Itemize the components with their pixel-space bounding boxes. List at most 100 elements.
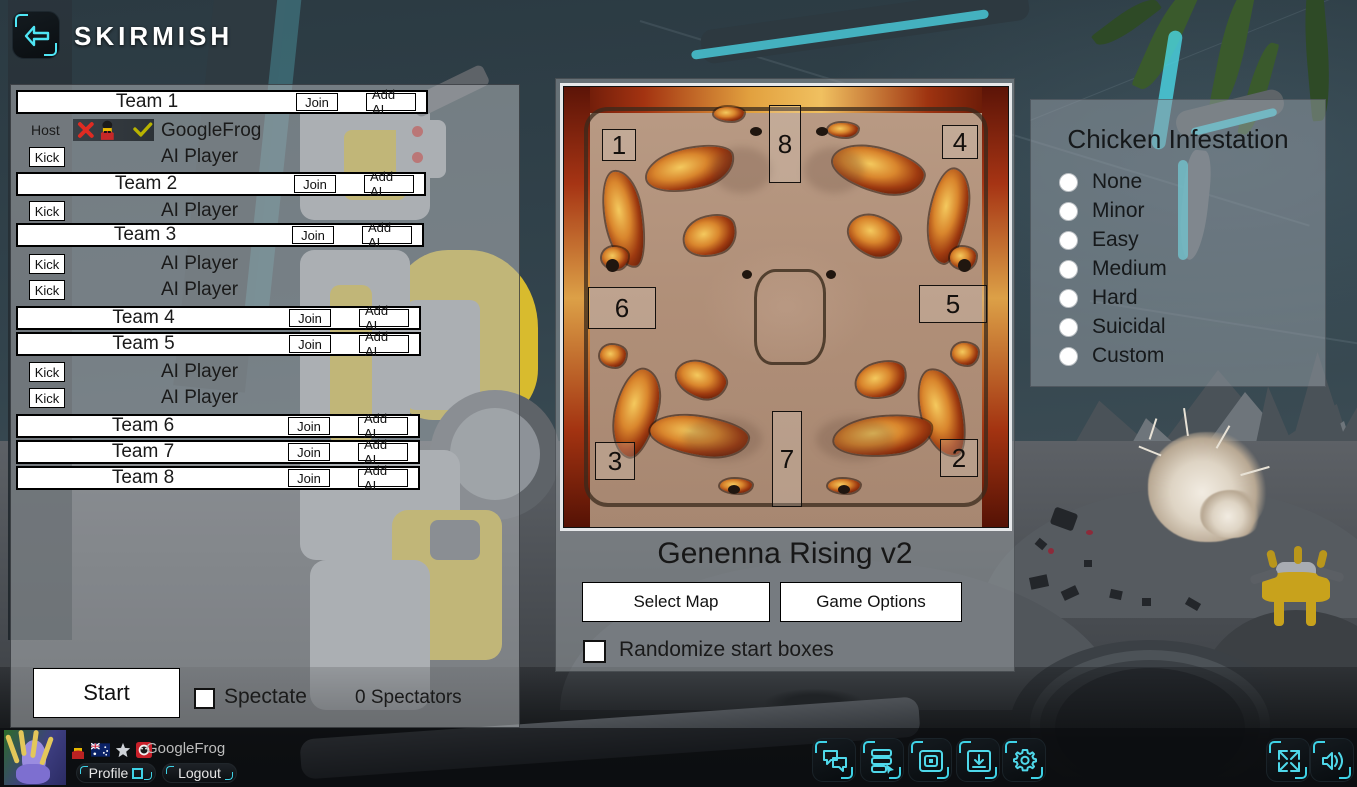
chicken-option-hard[interactable]: Hard bbox=[1059, 284, 1138, 312]
user-badges bbox=[70, 741, 152, 759]
radio-icon[interactable] bbox=[1059, 230, 1078, 250]
start-box-7[interactable]: 7 bbox=[772, 411, 802, 507]
chicken-option-minor[interactable]: Minor bbox=[1059, 197, 1145, 225]
start-box-label: 5 bbox=[945, 288, 961, 319]
join-button-team-4[interactable]: Join bbox=[289, 309, 331, 327]
team-header-1[interactable]: Team 1 Join Add AI bbox=[16, 87, 428, 117]
team-header-8[interactable]: Team 8 Join Add AI bbox=[16, 463, 420, 493]
start-box-label: 4 bbox=[952, 126, 968, 157]
kick-button[interactable]: Kick bbox=[29, 280, 65, 300]
randomize-start-boxes-checkbox[interactable] bbox=[583, 640, 606, 663]
yellow-check-icon[interactable] bbox=[132, 121, 154, 139]
join-button-team-5[interactable]: Join bbox=[289, 335, 331, 353]
player-row: Kick AI Player bbox=[11, 251, 519, 277]
star-icon bbox=[115, 742, 131, 758]
top-bar: SKIRMISH bbox=[0, 0, 1357, 70]
start-box-2[interactable]: 2 bbox=[940, 439, 978, 477]
team-header-5[interactable]: Team 5 Join Add AI bbox=[16, 329, 421, 359]
external-link-icon bbox=[132, 767, 144, 779]
team-list-panel: Team 1 Join Add AI Host GoogleFrog Kick … bbox=[10, 84, 520, 728]
radio-icon[interactable] bbox=[1059, 346, 1078, 366]
chat-bubbles-icon bbox=[823, 750, 847, 772]
maps-button[interactable] bbox=[956, 738, 1000, 782]
add-ai-button-team-7[interactable]: Add AI bbox=[358, 437, 408, 467]
user-avatar[interactable] bbox=[4, 730, 66, 785]
volume-button[interactable] bbox=[1310, 738, 1354, 782]
kick-button[interactable]: Kick bbox=[29, 147, 65, 167]
start-box-label: 8 bbox=[777, 128, 793, 159]
radio-icon[interactable] bbox=[1059, 259, 1078, 279]
battle-frame-icon bbox=[919, 750, 943, 772]
radio-icon[interactable] bbox=[1059, 317, 1078, 337]
player-name: GoogleFrog bbox=[161, 120, 262, 141]
chicken-option-easy[interactable]: Easy bbox=[1059, 226, 1139, 254]
start-button[interactable]: Start bbox=[33, 668, 180, 718]
join-button-team-3[interactable]: Join bbox=[292, 226, 334, 244]
radio-icon[interactable] bbox=[1059, 172, 1078, 192]
chicken-option-suicidal[interactable]: Suicidal bbox=[1059, 313, 1166, 341]
join-button-team-7[interactable]: Join bbox=[288, 443, 330, 461]
start-box-label: 2 bbox=[951, 442, 967, 473]
settings-button[interactable] bbox=[1002, 738, 1046, 782]
chat-button[interactable] bbox=[812, 738, 856, 782]
join-button-team-1[interactable]: Join bbox=[296, 93, 338, 111]
add-ai-button-team-4[interactable]: Add AI bbox=[359, 303, 409, 333]
server-list-button[interactable] bbox=[860, 738, 904, 782]
team-name: Team 1 bbox=[115, 91, 179, 112]
player-row-host: Host GoogleFrog bbox=[11, 118, 519, 144]
add-ai-button-team-1[interactable]: Add AI bbox=[366, 87, 416, 117]
team-header-3[interactable]: Team 3 Join Add AI bbox=[16, 220, 424, 250]
select-map-button[interactable]: Select Map bbox=[582, 582, 770, 622]
player-name: AI Player bbox=[161, 200, 239, 221]
profile-button[interactable]: Profile bbox=[76, 763, 156, 783]
chicken-option-none[interactable]: None bbox=[1059, 168, 1142, 196]
add-ai-button-team-6[interactable]: Add AI bbox=[358, 411, 408, 441]
kick-button[interactable]: Kick bbox=[29, 254, 65, 274]
team-header-6[interactable]: Team 6 Join Add AI bbox=[16, 411, 420, 441]
server-list-icon bbox=[871, 749, 894, 774]
add-ai-button-team-2[interactable]: Add AI bbox=[364, 169, 414, 199]
red-x-icon[interactable] bbox=[76, 120, 96, 140]
add-ai-button-team-3[interactable]: Add AI bbox=[362, 220, 412, 250]
logout-button[interactable]: Logout bbox=[162, 763, 237, 783]
join-button-team-6[interactable]: Join bbox=[288, 417, 330, 435]
lava-formation bbox=[714, 107, 744, 121]
chicken-option-label: Minor bbox=[1092, 199, 1145, 222]
kick-button[interactable]: Kick bbox=[29, 362, 65, 382]
team-header-4[interactable]: Team 4 Join Add AI bbox=[16, 303, 421, 333]
start-box-4[interactable]: 4 bbox=[942, 125, 978, 159]
logout-button-label: Logout bbox=[178, 765, 221, 781]
lava-formation bbox=[828, 123, 858, 137]
spectate-checkbox[interactable] bbox=[194, 688, 215, 709]
chicken-option-custom[interactable]: Custom bbox=[1059, 342, 1164, 370]
profile-button-label: Profile bbox=[88, 765, 129, 781]
join-button-team-8[interactable]: Join bbox=[288, 469, 330, 487]
fullscreen-button[interactable] bbox=[1266, 738, 1310, 782]
player-name: AI Player bbox=[161, 387, 239, 408]
game-options-button[interactable]: Game Options bbox=[780, 582, 962, 622]
battles-button[interactable] bbox=[908, 738, 952, 782]
start-box-8[interactable]: 8 bbox=[769, 105, 801, 183]
back-button[interactable] bbox=[12, 11, 60, 59]
kick-button[interactable]: Kick bbox=[29, 388, 65, 408]
player-name: AI Player bbox=[161, 253, 239, 274]
chicken-infestation-panel: Chicken Infestation None Minor Easy Medi… bbox=[1030, 99, 1326, 387]
map-panel: 1 8 4 6 5 3 7 2 Genenna Rising v2 Select… bbox=[555, 78, 1015, 672]
username-label: GoogleFrog bbox=[146, 740, 226, 757]
start-box-5[interactable]: 5 bbox=[919, 285, 987, 323]
team-header-7[interactable]: Team 7 Join Add AI bbox=[16, 437, 420, 467]
join-button-team-2[interactable]: Join bbox=[294, 175, 336, 193]
spectate-label: Spectate bbox=[224, 685, 307, 708]
start-box-6[interactable]: 6 bbox=[588, 287, 656, 329]
radio-icon[interactable] bbox=[1059, 288, 1078, 308]
add-ai-button-team-5[interactable]: Add AI bbox=[359, 329, 409, 359]
team-header-2[interactable]: Team 2 Join Add AI bbox=[16, 169, 426, 199]
add-ai-button-team-8[interactable]: Add AI bbox=[358, 463, 408, 493]
radio-icon[interactable] bbox=[1059, 201, 1078, 221]
chicken-option-medium[interactable]: Medium bbox=[1059, 255, 1167, 283]
start-box-1[interactable]: 1 bbox=[602, 129, 636, 161]
kick-button[interactable]: Kick bbox=[29, 201, 65, 221]
map-preview-frame[interactable]: 1 8 4 6 5 3 7 2 bbox=[560, 83, 1012, 531]
start-box-3[interactable]: 3 bbox=[595, 442, 635, 480]
chicken-option-label: Suicidal bbox=[1092, 315, 1166, 338]
